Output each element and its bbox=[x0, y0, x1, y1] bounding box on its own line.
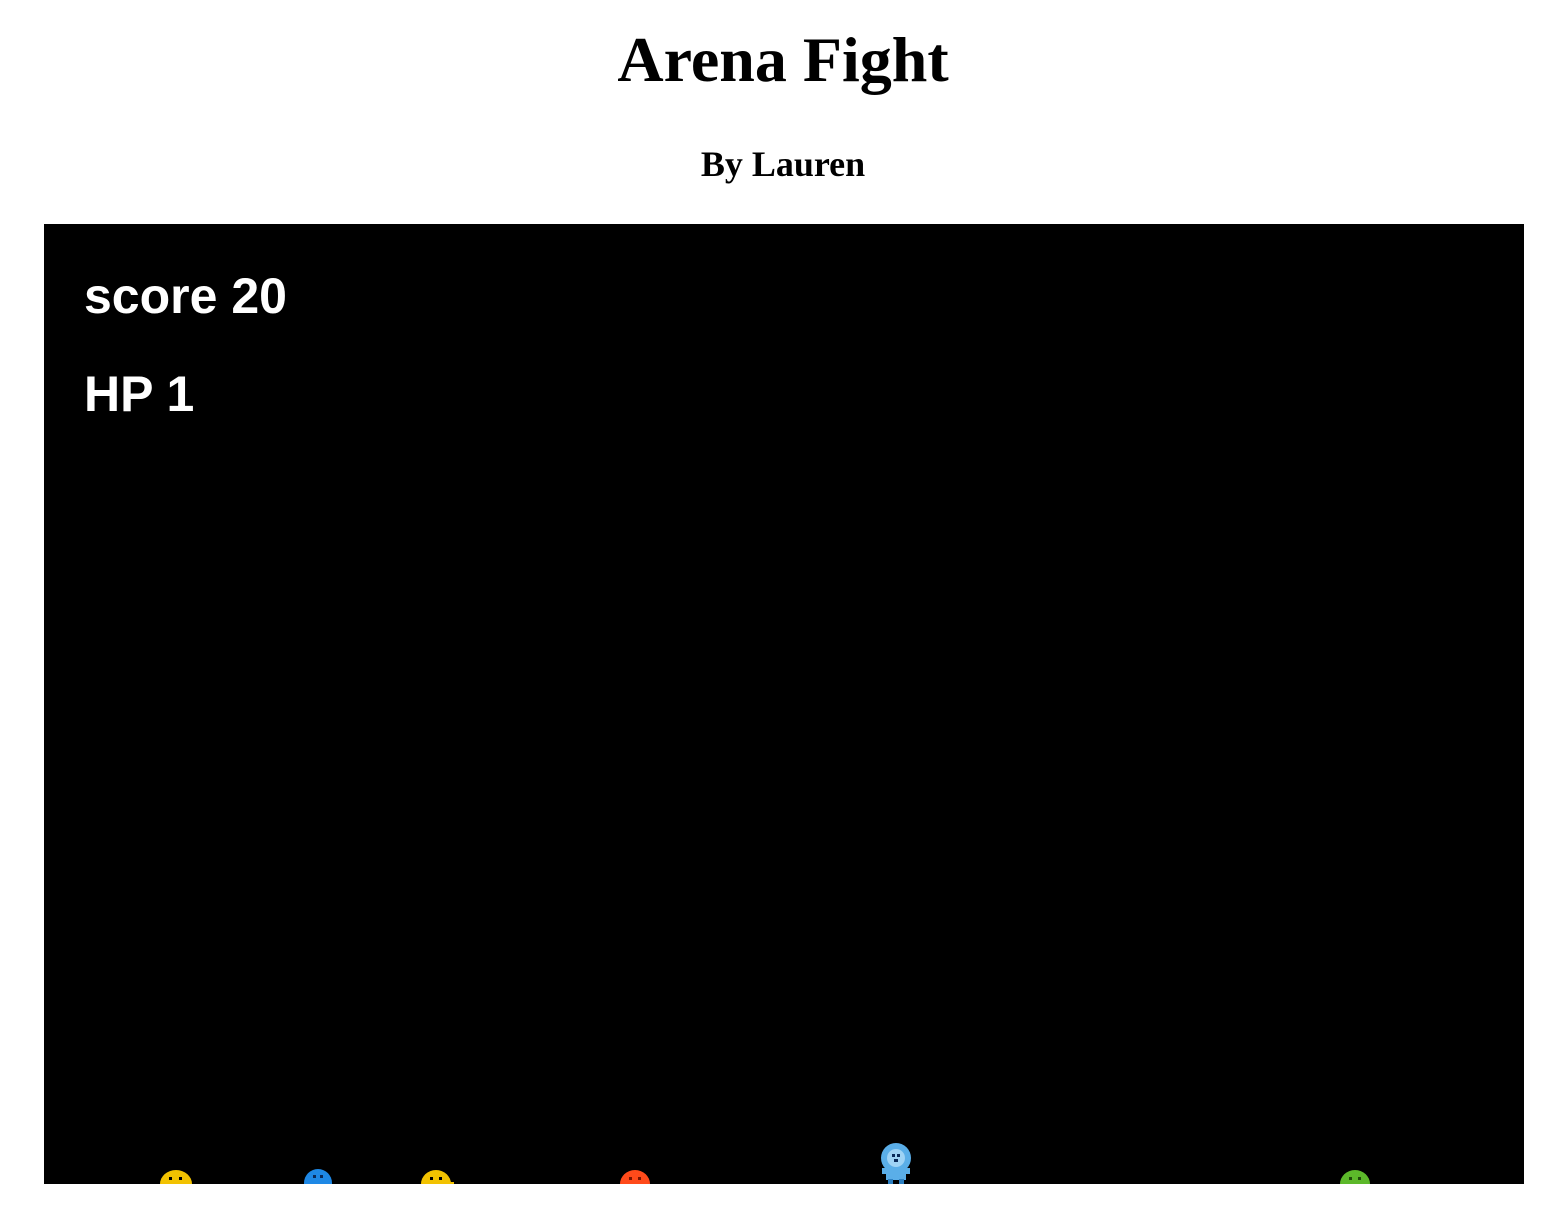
score-label: score bbox=[84, 268, 218, 324]
score-display: score 20 bbox=[84, 268, 287, 324]
enemy-sprite-yellow-1 bbox=[158, 1168, 194, 1184]
score-value: 20 bbox=[231, 268, 287, 324]
hp-label: HP bbox=[84, 366, 153, 422]
enemy-sprite-red bbox=[618, 1168, 652, 1184]
page-title: Arena Fight bbox=[617, 24, 949, 95]
game-canvas[interactable]: score 20 HP 1 bbox=[44, 224, 1524, 1184]
player-sprite bbox=[878, 1142, 914, 1184]
page-byline: By Lauren bbox=[700, 144, 866, 184]
hp-display: HP 1 bbox=[84, 366, 194, 422]
page: Arena Fight By Lauren score 20 HP 1 bbox=[0, 0, 1566, 1230]
enemy-sprite-blue bbox=[302, 1166, 334, 1184]
enemy-sprite-yellow-2 bbox=[420, 1168, 456, 1184]
enemy-sprite-green bbox=[1338, 1168, 1372, 1184]
hp-value: 1 bbox=[166, 366, 195, 422]
